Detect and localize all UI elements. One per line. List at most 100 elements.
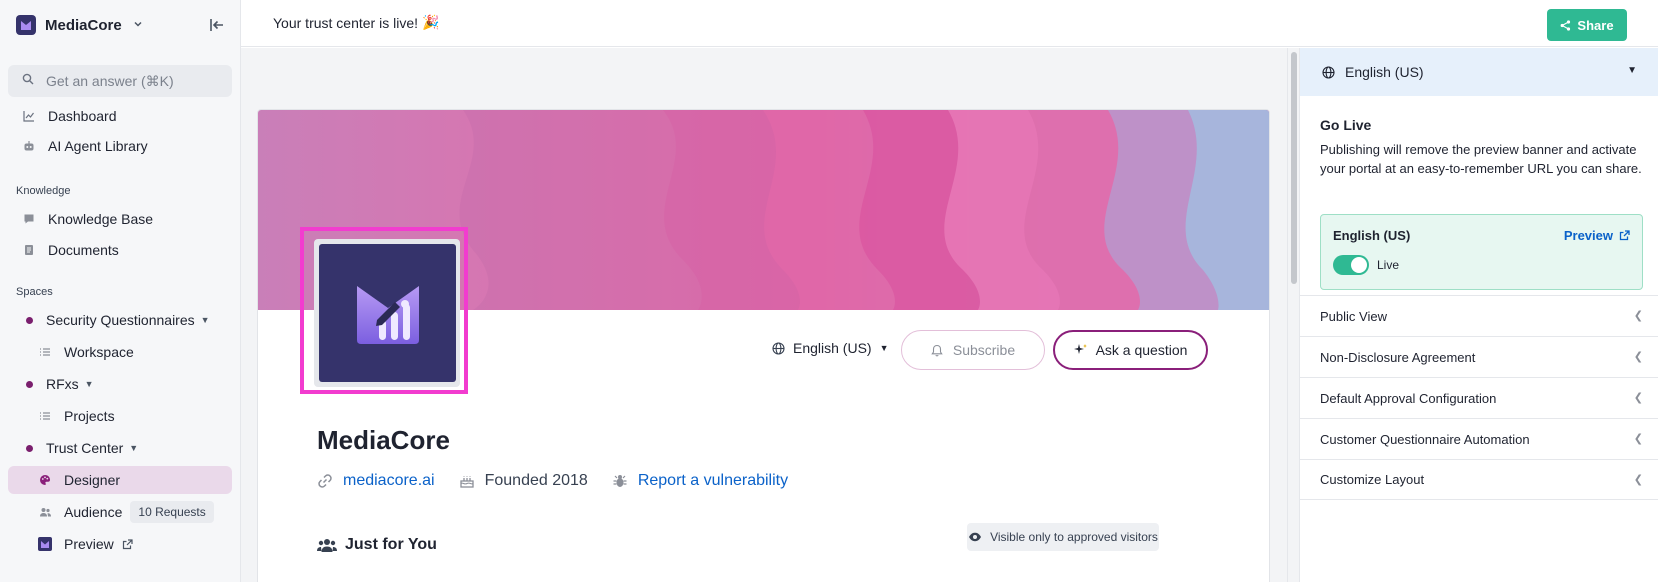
sidebar-item-workspace[interactable]: Workspace <box>8 338 232 366</box>
globe-icon <box>1322 65 1335 79</box>
users-icon <box>38 505 52 519</box>
share-button[interactable]: Share <box>1547 9 1627 41</box>
palette-icon <box>38 473 52 487</box>
chat-bubble-icon <box>22 212 36 226</box>
external-link-icon <box>122 538 133 550</box>
sidebar-item-knowledge-base[interactable]: Knowledge Base <box>8 205 232 233</box>
section-label: Customize Layout <box>1320 472 1425 487</box>
sidebar-item-projects[interactable]: Projects <box>8 402 232 430</box>
preview-link[interactable]: Preview <box>1564 228 1630 243</box>
section-customize-layout[interactable]: Customize Layout ❮ <box>1300 459 1658 500</box>
sidebar-item-dashboard[interactable]: Dashboard <box>8 102 232 130</box>
founded-text: Founded 2018 <box>484 472 588 489</box>
ask-question-button[interactable]: Ask a question <box>1053 330 1208 370</box>
collapse-sidebar-button[interactable] <box>207 15 227 35</box>
settings-panel: English (US) ▼ Go Live Publishing will r… <box>1299 48 1658 582</box>
list-icon <box>38 409 52 423</box>
trust-center-preview: English (US) ▼ Subscribe Ask a question … <box>241 48 1287 582</box>
report-vulnerability-text: Report a vulnerability <box>637 472 789 489</box>
live-status-card: English (US) Preview Live <box>1320 214 1643 290</box>
company-name: MediaCore <box>317 425 450 455</box>
share-label: Share <box>1577 17 1614 33</box>
document-icon <box>22 243 36 257</box>
section-label: Public View <box>1320 308 1387 324</box>
visibility-text: Visible only to approved visitors <box>990 530 1158 544</box>
sidebar-item-label: Dashboard <box>48 108 117 124</box>
sidebar-item-label: Audience <box>64 504 123 520</box>
report-vulnerability-link[interactable]: Report a vulnerability <box>612 472 788 490</box>
sidebar-item-label: Documents <box>48 242 119 258</box>
section-label-spaces: Spaces <box>16 286 53 298</box>
sidebar-item-label: Trust Center <box>46 440 124 456</box>
search-input[interactable] <box>46 73 216 89</box>
caret-down-icon: ▼ <box>1627 65 1637 76</box>
banner-text: Your trust center is live! <box>273 14 418 31</box>
company-logo <box>319 244 456 382</box>
scrollbar-thumb[interactable] <box>1291 52 1297 284</box>
top-bar: Your trust center is live! 🎉 Share <box>241 0 1658 47</box>
users-icon <box>317 537 337 553</box>
website-link[interactable]: mediacore.ai <box>317 472 435 490</box>
section-nda[interactable]: Non-Disclosure Agreement ❮ <box>1300 336 1658 377</box>
mediacore-logo-icon <box>38 537 52 551</box>
eye-icon <box>968 532 982 542</box>
section-questionnaire-automation[interactable]: Customer Questionnaire Automation ❮ <box>1300 418 1658 459</box>
caret-down-icon: ▼ <box>129 443 139 453</box>
sidebar-item-designer[interactable]: Designer <box>8 466 232 494</box>
just-for-you-text: Just for You <box>345 536 437 553</box>
caret-down-icon: ▼ <box>879 343 889 353</box>
space-dot-icon <box>26 380 33 388</box>
live-toggle[interactable] <box>1333 255 1369 275</box>
subscribe-label: Subscribe <box>952 342 1016 358</box>
subscribe-button[interactable]: Subscribe <box>901 330 1045 370</box>
website-text: mediacore.ai <box>343 472 435 489</box>
workspace-switcher[interactable]: MediaCore <box>16 14 143 36</box>
sidebar-item-audience[interactable]: Audience 10 Requests <box>8 498 232 526</box>
sidebar-item-preview[interactable]: Preview <box>8 530 232 558</box>
language-selector[interactable]: English (US) ▼ <box>772 340 889 356</box>
go-live-description: Publishing will remove the preview banne… <box>1320 142 1642 176</box>
sidebar-item-label: Projects <box>64 408 115 424</box>
section-label: Default Approval Configuration <box>1320 390 1497 406</box>
bell-icon <box>931 344 943 357</box>
section-public-view[interactable]: Public View ❮ <box>1300 295 1658 336</box>
ask-question-label: Ask a question <box>1095 342 1188 358</box>
sidebar-item-security-questionnaires[interactable]: Security Questionnaires ▼ <box>8 306 232 334</box>
language-label: English (US) <box>793 340 872 356</box>
caret-down-icon: ▼ <box>84 379 94 389</box>
panel-language-selector[interactable]: English (US) ▼ <box>1300 48 1658 96</box>
company-meta: mediacore.ai Founded 2018 Report a vulne… <box>317 472 812 490</box>
sidebar-item-trust-center[interactable]: Trust Center ▼ <box>8 434 232 462</box>
mediacore-logo-icon <box>356 286 419 344</box>
go-live-title: Go Live <box>1320 117 1372 133</box>
sidebar-item-label: Knowledge Base <box>48 211 154 227</box>
sidebar-item-ai-agent-library[interactable]: AI Agent Library <box>8 132 232 160</box>
party-popper-icon: 🎉 <box>422 14 440 30</box>
preview-label: Preview <box>1563 228 1613 243</box>
sidebar-item-documents[interactable]: Documents <box>8 236 232 264</box>
search-box[interactable] <box>8 65 232 97</box>
robot-icon <box>22 139 36 153</box>
sparkles-icon <box>1073 343 1088 357</box>
section-default-approval[interactable]: Default Approval Configuration ❮ <box>1300 377 1658 418</box>
chart-line-icon <box>22 109 36 123</box>
chevron-left-icon: ❮ <box>1633 351 1643 363</box>
search-icon <box>22 72 34 90</box>
cake-icon <box>459 473 475 489</box>
preview-scrollbar[interactable] <box>1287 48 1299 582</box>
just-for-you-heading: Just for You <box>317 536 437 554</box>
share-icon <box>1560 19 1571 31</box>
workspace-name: MediaCore <box>45 16 122 34</box>
caret-down-icon: ▼ <box>200 315 210 325</box>
chevron-left-icon: ❮ <box>1633 433 1643 445</box>
external-link-icon <box>1619 230 1630 241</box>
sidebar-item-label: Security Questionnaires <box>46 312 195 328</box>
section-label: Non-Disclosure Agreement <box>1320 349 1476 365</box>
trust-page-card: English (US) ▼ Subscribe Ask a question … <box>257 109 1270 582</box>
chevron-left-icon: ❮ <box>1633 392 1643 404</box>
live-language: English (US) <box>1333 228 1411 243</box>
list-icon <box>38 345 52 359</box>
sidebar-item-rfxs[interactable]: RFxs ▼ <box>8 370 232 398</box>
link-icon <box>317 473 333 489</box>
company-logo-highlight[interactable] <box>300 227 468 394</box>
